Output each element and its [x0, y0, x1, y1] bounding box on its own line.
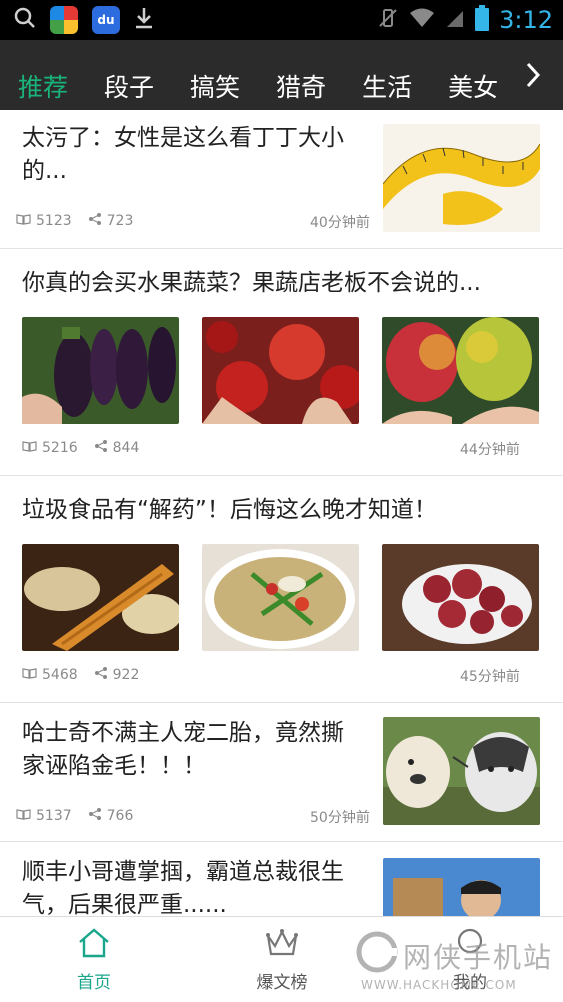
article-title: 垃圾食品有“解药”！后悔这么晚才知道！	[22, 497, 437, 523]
tab-curious[interactable]: 猎奇	[276, 70, 326, 108]
article-title: 太污了：女性是这么看丁丁大小的...	[22, 125, 344, 184]
article-meta: 5216 844	[22, 439, 149, 457]
search-icon	[14, 7, 36, 33]
watermark-url: WWW.HACKHOME.COM	[361, 978, 517, 992]
tab-funny[interactable]: 搞笑	[190, 70, 240, 108]
article-card[interactable]: 你真的会买水果蔬菜？果蔬店老板不会说的... 5216 844 44分钟前	[0, 249, 563, 476]
article-feed[interactable]: 太污了：女性是这么看丁丁大小的... 5123 723 40分钟前 你真的会买水…	[0, 110, 563, 916]
share-count: 766	[106, 808, 134, 824]
crown-icon	[265, 928, 299, 962]
status-bar: du 3:12	[0, 0, 563, 40]
vibrate-mute-icon	[377, 7, 399, 33]
article-thumbnail	[202, 544, 359, 651]
book-icon	[22, 440, 37, 456]
article-thumbnail	[383, 717, 540, 825]
article-time: 45分钟前	[460, 669, 520, 685]
share-icon	[94, 666, 108, 684]
baidu-icon: du	[92, 6, 120, 34]
nav-hot-list[interactable]: 爆文榜	[212, 917, 352, 1002]
nav-home[interactable]: 首页	[24, 917, 164, 1002]
article-card[interactable]: 哈士奇不满主人宠二胎，竟然撕家诬陷金毛！！！ 5137 766 50分钟前	[0, 703, 563, 842]
download-icon	[134, 6, 154, 34]
tab-recommend[interactable]: 推荐	[18, 70, 68, 108]
read-count: 5216	[42, 440, 78, 456]
article-thumbnail	[383, 858, 540, 916]
article-title: 你真的会买水果蔬菜？果蔬店老板不会说的...	[22, 270, 481, 296]
nav-home-label: 首页	[77, 972, 111, 993]
article-meta: 5123 723	[16, 212, 143, 230]
tab-life[interactable]: 生活	[362, 70, 412, 108]
signal-icon	[445, 7, 465, 33]
article-card[interactable]: 顺丰小哥遭掌掴，霸道总裁很生气，后果很严重......	[0, 842, 563, 916]
wifi-icon	[409, 7, 435, 33]
share-icon	[94, 439, 108, 457]
nav-hot-list-label: 爆文榜	[256, 972, 308, 993]
article-card[interactable]: 太污了：女性是这么看丁丁大小的... 5123 723 40分钟前	[0, 110, 563, 249]
article-time: 50分钟前	[310, 810, 370, 826]
article-meta: 5468 922	[22, 666, 149, 684]
article-thumbnail	[22, 317, 179, 424]
category-tab-bar: 推荐 段子 搞笑 猎奇 生活 美女	[0, 40, 563, 110]
clock: 3:12	[499, 6, 553, 34]
article-thumbnail	[202, 317, 359, 424]
share-count: 844	[112, 440, 140, 456]
share-count: 922	[112, 667, 140, 683]
article-title: 顺丰小哥遭掌掴，霸道总裁很生气，后果很严重......	[22, 859, 344, 916]
battery-icon	[475, 5, 490, 35]
tab-jokes[interactable]: 段子	[104, 70, 154, 108]
article-time: 44分钟前	[460, 442, 520, 458]
book-icon	[16, 808, 31, 824]
tab-beauty[interactable]: 美女	[448, 70, 498, 108]
share-icon	[88, 212, 102, 230]
article-thumbnail	[22, 544, 179, 651]
home-icon	[77, 927, 111, 962]
watermark: 网侠手机站 WWW.HACKHOME.COM	[355, 926, 555, 996]
article-thumbnail	[382, 544, 539, 651]
book-icon	[22, 667, 37, 683]
article-thumbnail	[383, 124, 540, 232]
article-time: 40分钟前	[310, 215, 370, 231]
app-store-icon	[50, 6, 78, 34]
read-count: 5123	[36, 213, 72, 229]
article-title: 哈士奇不满主人宠二胎，竟然撕家诬陷金毛！！！	[22, 720, 344, 779]
watermark-logo-icon	[356, 931, 398, 973]
read-count: 5468	[42, 667, 78, 683]
more-tabs-button[interactable]	[503, 40, 563, 110]
share-icon	[88, 807, 102, 825]
book-icon	[16, 213, 31, 229]
read-count: 5137	[36, 808, 72, 824]
watermark-text: 网侠手机站	[403, 941, 554, 974]
article-thumbnail	[382, 317, 539, 424]
chevron-right-icon	[526, 62, 541, 88]
article-meta: 5137 766	[16, 807, 143, 825]
share-count: 723	[106, 213, 134, 229]
article-card[interactable]: 垃圾食品有“解药”！后悔这么晚才知道！ 5468 922 45分钟前	[0, 476, 563, 703]
